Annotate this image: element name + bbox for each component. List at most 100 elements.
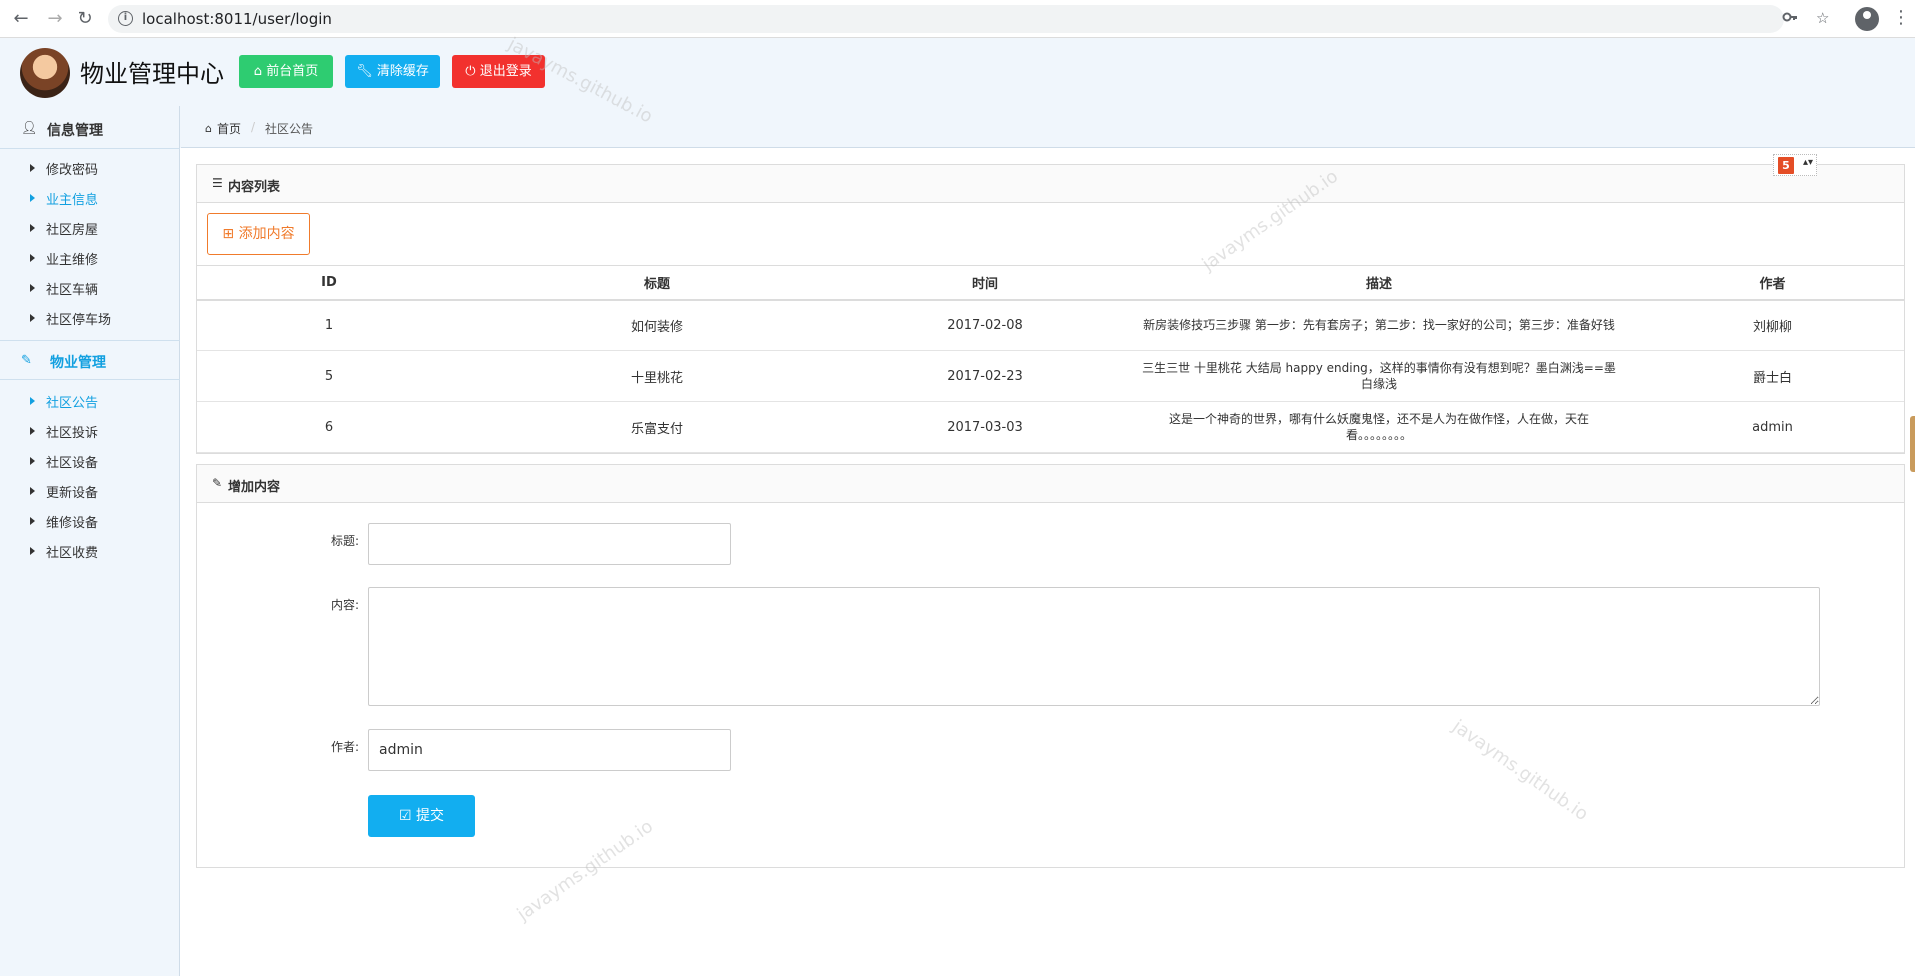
sidebar-item-label: 更新设备	[46, 486, 99, 501]
cell-title: 十里桃花	[461, 350, 853, 402]
panel-title: 增加内容	[228, 480, 281, 495]
check-square-icon: ☑	[398, 808, 416, 824]
sidebar-item-houses[interactable]: 社区房屋	[0, 213, 180, 243]
caret-right-icon	[30, 314, 35, 322]
table-row[interactable]: 5 十里桃花 2017-02-23 三生三世 十里桃花 大结局 happy en…	[197, 350, 1904, 402]
title-input[interactable]	[368, 523, 731, 565]
submit-label: 提交	[416, 808, 444, 824]
side-drawer-handle[interactable]	[1910, 416, 1915, 472]
panel-header: ✎ 增加内容	[197, 465, 1904, 503]
author-input[interactable]	[368, 729, 731, 771]
home-icon: ⌂	[253, 64, 267, 79]
home-icon: ⌂	[205, 122, 212, 135]
sidebar-item-label: 业主信息	[46, 193, 99, 208]
sidebar-item-label: 社区房屋	[46, 223, 99, 238]
column-header: 时间	[853, 265, 1117, 301]
sidebar-item-label: 业主维修	[46, 253, 99, 268]
panel-title: 内容列表	[228, 180, 281, 195]
cell-description: 三生三世 十里桃花 大结局 happy ending，这样的事情你有没有想到呢？…	[1117, 350, 1641, 402]
caret-right-icon	[30, 427, 35, 435]
cell-id: 6	[197, 401, 461, 453]
sidebar-item-owner-info[interactable]: 业主信息	[0, 183, 180, 213]
back-button[interactable]: ←	[10, 8, 32, 30]
section-label: 信息管理	[47, 123, 103, 139]
sidebar-item-update-equipment[interactable]: 更新设备	[0, 476, 180, 506]
sidebar-item-fees[interactable]: 社区收费	[0, 536, 180, 566]
logout-label: 退出登录	[479, 64, 532, 79]
breadcrumb-current: 社区公告	[265, 122, 314, 136]
url-text[interactable]: localhost:8011/user/login	[142, 10, 332, 28]
edit-icon: ✎	[21, 353, 32, 368]
cell-title: 如何装修	[461, 299, 853, 351]
reload-button[interactable]: ↻	[74, 8, 96, 30]
clear-cache-button[interactable]: 🔧︎ 清除缓存	[345, 55, 440, 88]
add-content-button[interactable]: ⊞ 添加内容	[207, 213, 310, 255]
html5-icon: 5	[1778, 157, 1794, 174]
forward-button[interactable]: →	[44, 8, 66, 30]
submit-button[interactable]: ☑ 提交	[368, 795, 475, 837]
sidebar-item-repairs[interactable]: 业主维修	[0, 243, 180, 273]
clear-cache-label: 清除缓存	[376, 64, 429, 79]
caret-right-icon	[30, 547, 35, 555]
more-menu-icon[interactable]: ⋮	[1892, 7, 1910, 28]
sidebar-section-property[interactable]: ✎ 物业管理	[0, 340, 180, 380]
sidebar-item-label: 社区停车场	[46, 313, 112, 328]
sidebar-item-complaints[interactable]: 社区投诉	[0, 416, 180, 446]
plus-square-icon: ⊞	[222, 226, 239, 242]
section-label: 物业管理	[50, 355, 106, 371]
caret-right-icon	[30, 224, 35, 232]
sidebar-item-label: 修改密码	[46, 163, 99, 178]
sidebar-item-notices[interactable]: 社区公告	[0, 386, 180, 416]
html5-widget[interactable]: 5 ▴▾	[1773, 154, 1817, 176]
caret-right-icon	[30, 254, 35, 262]
user-icon: 👤︎	[21, 121, 38, 136]
caret-right-icon	[30, 517, 35, 525]
cell-date: 2017-02-23	[853, 350, 1117, 402]
home-button[interactable]: ⌂ 前台首页	[239, 55, 333, 88]
cell-author: 爵士白	[1641, 350, 1904, 402]
caret-right-icon	[30, 397, 35, 405]
caret-right-icon	[30, 487, 35, 495]
caret-right-icon	[30, 194, 35, 202]
cell-author: admin	[1641, 401, 1904, 453]
sidebar-section-info[interactable]: 👤︎ 信息管理	[0, 109, 180, 149]
sidebar-item-label: 社区投诉	[46, 426, 99, 441]
cell-author: 刘柳柳	[1641, 299, 1904, 351]
address-bar[interactable]: i localhost:8011/user/login ☆	[108, 5, 1829, 33]
avatar	[20, 48, 70, 98]
cell-id: 5	[197, 350, 461, 402]
sidebar-item-label: 维修设备	[46, 516, 99, 531]
table-row[interactable]: 6 乐富支付 2017-03-03 这是一个神奇的世界，哪有什么妖魔鬼怪，还不是…	[197, 401, 1904, 453]
sidebar-item-label: 社区设备	[46, 456, 99, 471]
app-title: 物业管理中心	[80, 60, 224, 88]
cell-description: 新房装修技巧三步骤 第一步：先有套房子；第二步：找一家好的公司；第三步：准备好钱	[1117, 299, 1641, 351]
author-label: 作者:	[331, 740, 360, 754]
cell-date: 2017-02-08	[853, 299, 1117, 351]
column-header: 标题	[461, 265, 853, 301]
home-button-label: 前台首页	[266, 64, 319, 79]
sidebar-item-equipment[interactable]: 社区设备	[0, 446, 180, 476]
cell-title: 乐富支付	[461, 401, 853, 453]
sidebar-item-change-password[interactable]: 修改密码	[0, 153, 180, 183]
content-textarea[interactable]	[368, 587, 1820, 706]
browser-toolbar: ← → ↻ i localhost:8011/user/login ☆ ⋮	[0, 0, 1915, 38]
profile-icon[interactable]	[1855, 7, 1879, 31]
sidebar-item-parking[interactable]: 社区停车场	[0, 303, 180, 333]
table-row[interactable]: 1 如何装修 2017-02-08 新房装修技巧三步骤 第一步：先有套房子；第二…	[197, 299, 1904, 351]
caret-right-icon	[30, 457, 35, 465]
list-icon: ☰	[212, 176, 223, 190]
breadcrumb: ⌂ 首页 / 社区公告	[181, 110, 1915, 148]
cell-description: 这是一个神奇的世界，哪有什么妖魔鬼怪，还不是人为在做作怪，人在做，天在看。。。。…	[1117, 401, 1641, 453]
star-icon[interactable]: ☆	[1816, 9, 1829, 27]
content-list-panel: ☰ 内容列表 ⊞ 添加内容 ID 标题 时间 描述 作者 1 如何装修 2017…	[196, 164, 1905, 454]
breadcrumb-home[interactable]: 首页	[217, 120, 241, 137]
info-icon[interactable]: i	[118, 11, 133, 26]
caret-right-icon	[30, 164, 35, 172]
sidebar-item-vehicles[interactable]: 社区车辆	[0, 273, 180, 303]
sidebar-item-repair-equipment[interactable]: 维修设备	[0, 506, 180, 536]
sidebar: 👤︎ 信息管理 修改密码 业主信息 社区房屋 业主维修 社区车辆 社区停车场 ✎…	[0, 106, 180, 976]
key-icon[interactable]	[1782, 9, 1798, 29]
power-icon: ⏻	[465, 64, 480, 79]
cell-id: 1	[197, 299, 461, 351]
sort-caret-icon: ▴▾	[1803, 157, 1814, 168]
